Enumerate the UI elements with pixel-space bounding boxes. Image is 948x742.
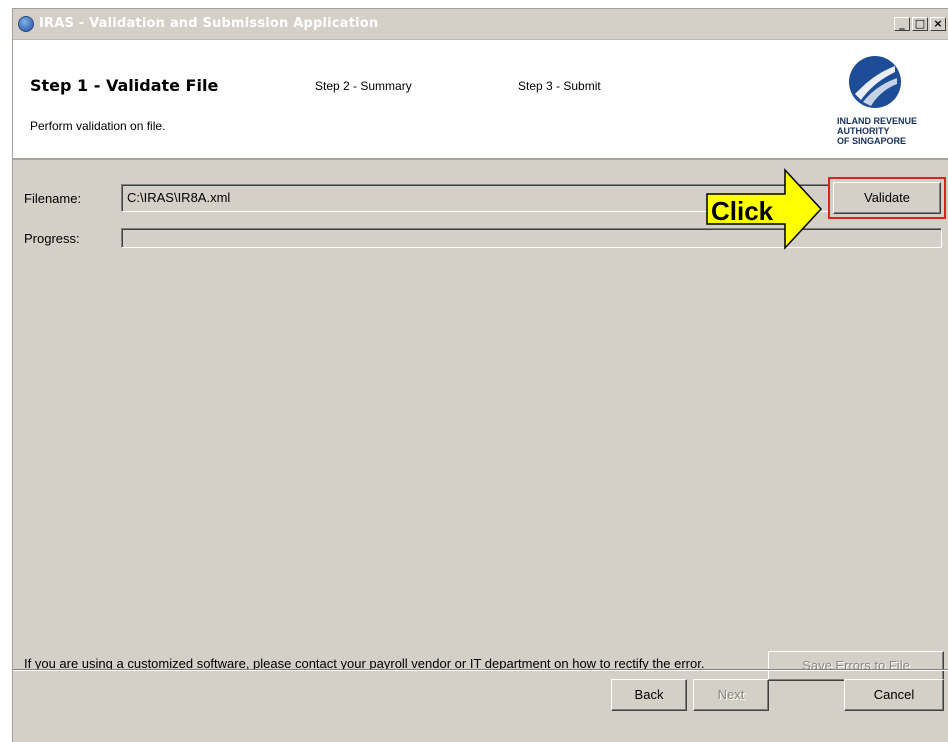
maximize-button[interactable]: □: [912, 17, 928, 31]
cancel-button[interactable]: Cancel: [844, 679, 944, 711]
minimize-button[interactable]: _: [894, 17, 910, 31]
title-bar[interactable]: IRAS - Validation and Submission Applica…: [13, 9, 948, 40]
logo-mark-icon: [849, 56, 901, 108]
wizard-header: Step 1 - Validate File Step 2 - Summary …: [13, 40, 948, 160]
application-window: IRAS - Validation and Submission Applica…: [12, 8, 948, 742]
window-controls: _ □ ×: [892, 17, 946, 31]
save-errors-button[interactable]: Save Errors to File: [768, 651, 944, 681]
window-title: IRAS - Validation and Submission Applica…: [39, 16, 379, 31]
logo-line-3: OF SINGAPORE: [837, 136, 907, 146]
footer-divider: [13, 669, 948, 671]
click-callout-text: Click: [711, 196, 774, 226]
logo-line-1: INLAND REVENUE: [837, 116, 918, 126]
filename-value: C:\IRAS\IR8A.xml: [127, 190, 231, 205]
iras-logo: INLAND REVENUE AUTHORITY OF SINGAPORE: [837, 56, 947, 156]
progress-label: Progress:: [24, 231, 80, 246]
step-description: Perform validation on file.: [30, 119, 166, 133]
filename-label: Filename:: [24, 191, 82, 206]
logo-line-2: AUTHORITY: [837, 126, 890, 136]
click-callout-arrow: Click: [706, 168, 823, 250]
step-1-label: Step 1 - Validate File: [30, 76, 219, 95]
back-button[interactable]: Back: [611, 679, 687, 711]
step-2-label: Step 2 - Summary: [315, 79, 412, 93]
validate-button[interactable]: Validate: [833, 182, 941, 214]
step-3-label: Step 3 - Submit: [518, 79, 601, 93]
logo-text: INLAND REVENUE AUTHORITY OF SINGAPORE: [837, 116, 947, 146]
close-button[interactable]: ×: [930, 17, 946, 31]
next-button[interactable]: Next: [693, 679, 769, 711]
app-icon: [18, 16, 34, 32]
